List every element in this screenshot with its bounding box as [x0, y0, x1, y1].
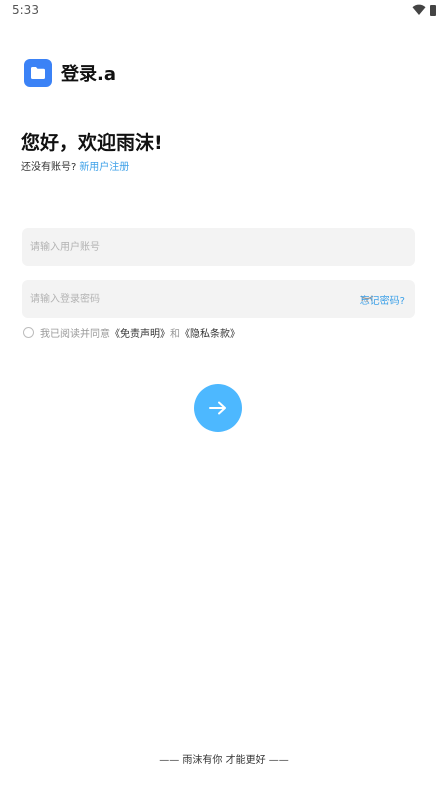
disclaimer-link[interactable]: 《免责声明》 — [110, 325, 170, 340]
register-prompt-line: 还没有账号? 新用户注册 — [21, 158, 129, 173]
forgot-password-link[interactable]: 忘记密码? — [360, 292, 405, 307]
folder-icon — [24, 59, 52, 87]
footer-slogan: —— 雨沫有你 才能更好 —— — [159, 755, 289, 766]
privacy-link[interactable]: 《隐私条款》 — [180, 325, 240, 340]
register-link[interactable]: 新用户注册 — [79, 162, 129, 173]
password-field-container: 忘记密码? — [22, 280, 415, 318]
arrow-right-icon — [209, 401, 226, 415]
greeting-heading: 您好，欢迎雨沫! — [21, 132, 163, 154]
status-time: 5:33 — [12, 3, 39, 17]
wifi-icon — [412, 4, 426, 15]
agreement-prefix: 我已阅读并同意 — [40, 329, 110, 340]
agreement-row: 我已阅读并同意 《免责声明》 和 《隐私条款》 — [23, 325, 240, 340]
username-field-container — [22, 228, 415, 266]
login-submit-button[interactable] — [194, 384, 242, 432]
password-input[interactable] — [22, 280, 322, 318]
status-bar: 5:33 — [0, 0, 448, 22]
username-input[interactable] — [22, 228, 415, 266]
agreement-joiner: 和 — [170, 329, 180, 340]
register-prompt: 还没有账号? — [21, 162, 77, 173]
agreement-radio[interactable] — [23, 327, 34, 338]
app-header: 登录.a — [24, 59, 116, 87]
app-title: 登录.a — [61, 64, 116, 85]
status-icons — [412, 4, 436, 16]
battery-icon — [430, 4, 436, 16]
